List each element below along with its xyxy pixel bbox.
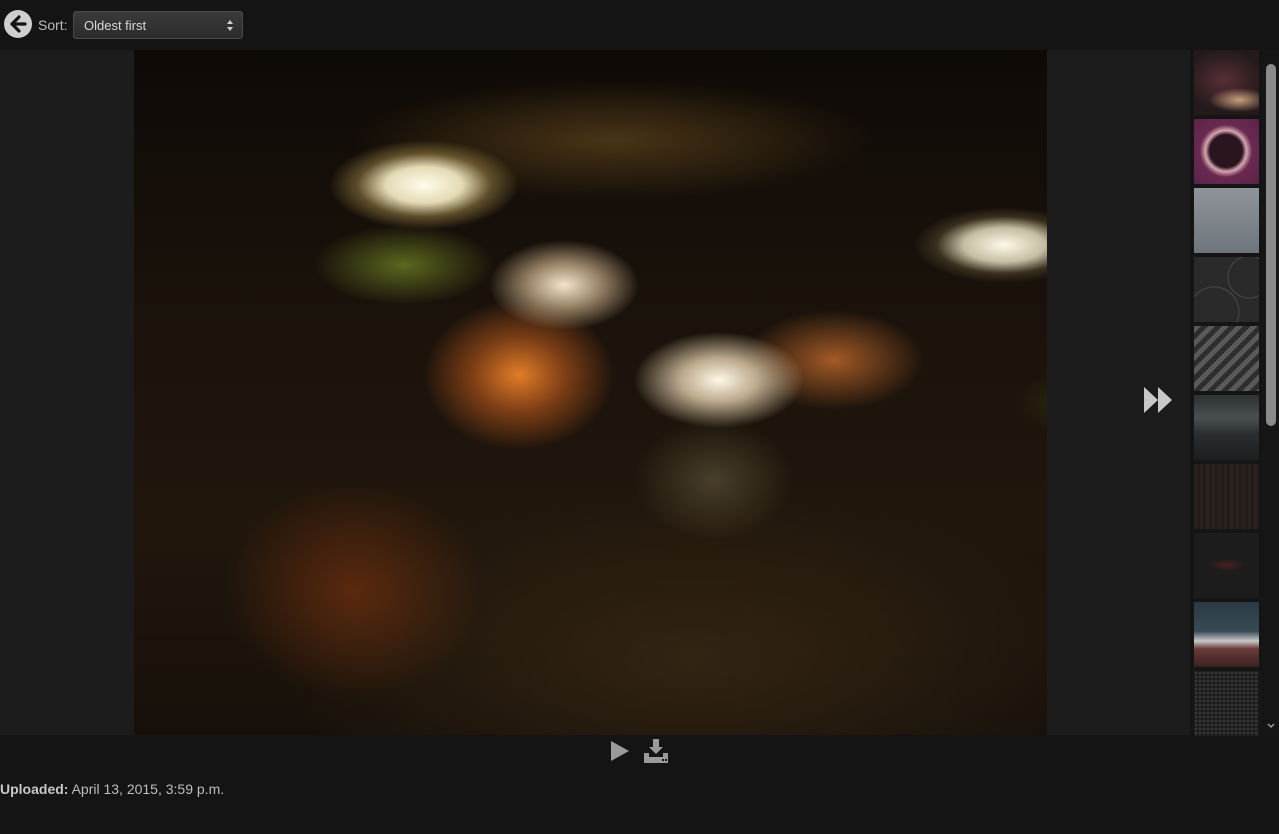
- chevron-down-icon[interactable]: [1266, 722, 1276, 730]
- uploaded-value: April 13, 2015, 3:59 p.m.: [71, 781, 225, 797]
- download-icon[interactable]: [643, 738, 669, 764]
- thumbnail[interactable]: [1194, 395, 1259, 460]
- thumbnail[interactable]: [1194, 671, 1259, 736]
- back-button[interactable]: [4, 10, 32, 38]
- thumbnail[interactable]: [1194, 602, 1259, 667]
- sort-select[interactable]: Oldest first: [73, 11, 243, 39]
- sort-label: Sort:: [38, 17, 68, 33]
- image-viewer: [0, 50, 1190, 735]
- arrow-left-circle-icon: [10, 15, 27, 33]
- thumbnail[interactable]: [1194, 119, 1259, 184]
- select-arrows-icon: [227, 20, 233, 31]
- thumbnail[interactable]: [1194, 464, 1259, 529]
- thumbnail[interactable]: [1194, 326, 1259, 391]
- thumbnail[interactable]: [1194, 188, 1259, 253]
- uploaded-label: Uploaded:: [0, 781, 69, 797]
- sort-selected-value: Oldest first: [84, 18, 147, 33]
- thumbnail[interactable]: [1194, 533, 1259, 598]
- media-controls: [0, 735, 1279, 767]
- thumbnail[interactable]: [1194, 257, 1259, 322]
- thumbnail-scrollbar[interactable]: [1263, 50, 1279, 735]
- play-icon[interactable]: [609, 739, 631, 763]
- thumbnail-strip: [1190, 50, 1279, 736]
- thumbnail[interactable]: [1194, 50, 1259, 115]
- fast-forward-icon[interactable]: [1141, 385, 1175, 415]
- upload-info: Uploaded: April 13, 2015, 3:59 p.m.: [0, 781, 224, 797]
- scrollbar-thumb[interactable]: [1266, 64, 1276, 426]
- top-toolbar: Sort: Oldest first: [0, 0, 1279, 50]
- main-photo[interactable]: [134, 50, 1047, 735]
